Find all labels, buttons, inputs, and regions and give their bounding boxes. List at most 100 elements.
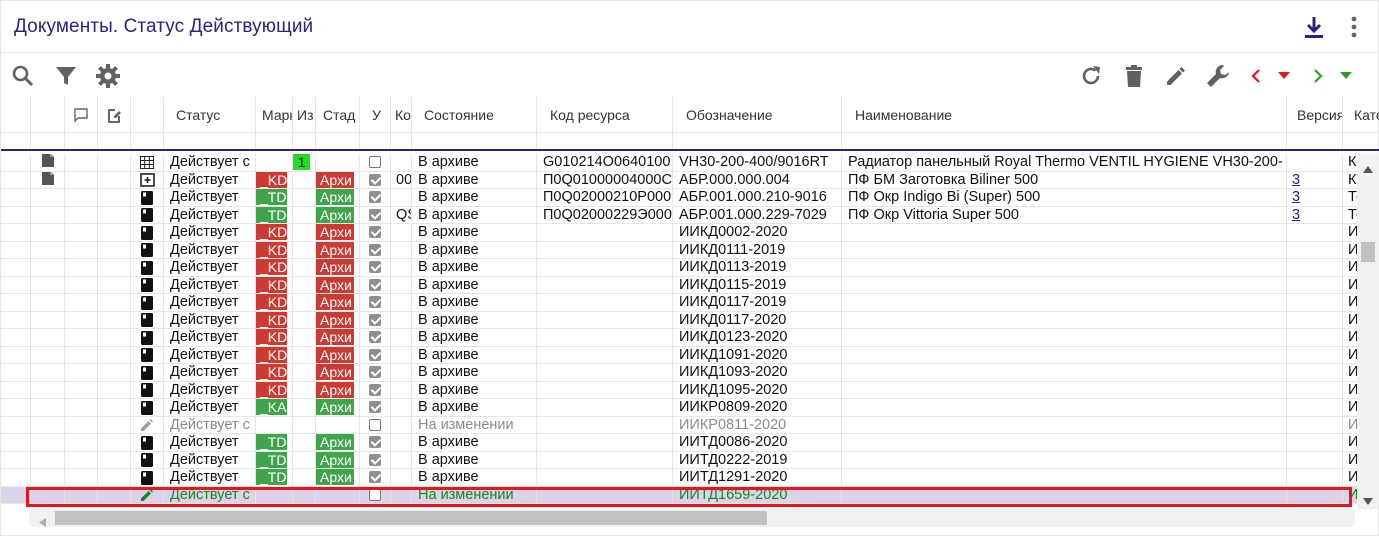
row-checkbox[interactable] bbox=[369, 173, 381, 186]
row-expand-cell[interactable] bbox=[1, 469, 31, 486]
row-checkbox[interactable] bbox=[369, 156, 381, 168]
row-checkbox[interactable] bbox=[369, 243, 381, 256]
row-expand-cell[interactable] bbox=[1, 224, 31, 241]
edit-icon[interactable] bbox=[1163, 63, 1189, 89]
col-state-header[interactable]: Состояние bbox=[412, 97, 537, 133]
table-row[interactable]: Действует _KD Архи В архиве ИИКД0002-2020 И bbox=[1, 224, 1357, 242]
col-iz-header[interactable]: Из bbox=[293, 97, 316, 133]
col-ko-header[interactable]: Ко bbox=[391, 97, 412, 133]
col-name-header[interactable]: Наименование bbox=[842, 97, 1287, 133]
row-expand-cell[interactable] bbox=[1, 311, 31, 329]
row-checkbox[interactable] bbox=[369, 436, 381, 448]
table-row[interactable]: Действует _KD Архи 00 В архиве П0Q01000004000… bbox=[1, 171, 1357, 189]
download-icon[interactable] bbox=[1301, 14, 1327, 40]
filter-row[interactable] bbox=[1, 133, 1379, 151]
table-row[interactable]: Действует _KD Архи В архиве ИИКД1091-2020 И bbox=[1, 346, 1357, 364]
row-expand-cell[interactable] bbox=[1, 364, 31, 381]
row-checkbox[interactable] bbox=[369, 348, 381, 361]
name-cell bbox=[842, 434, 1287, 451]
row-checkbox[interactable] bbox=[369, 191, 381, 203]
scroll-down-icon[interactable] bbox=[1363, 492, 1373, 510]
delete-icon[interactable] bbox=[1121, 63, 1147, 89]
row-expand-cell[interactable] bbox=[1, 154, 31, 171]
settings-icon[interactable] bbox=[94, 63, 121, 89]
row-checkbox[interactable] bbox=[369, 401, 381, 413]
row-checkbox[interactable] bbox=[369, 331, 381, 343]
vertical-scrollbar[interactable] bbox=[1357, 154, 1379, 509]
filter-icon[interactable] bbox=[53, 63, 79, 89]
chevron-left-icon[interactable] bbox=[1249, 66, 1263, 86]
table-row[interactable]: Действует _TDF Архи QS В архиве П0Q02000229Э0… bbox=[1, 206, 1357, 224]
table-row[interactable]: Действует _TDF Архи В архиве ИИТД0086-2020 И bbox=[1, 434, 1357, 452]
row-expand-cell[interactable] bbox=[1, 294, 31, 311]
row-checkbox[interactable] bbox=[369, 296, 381, 308]
table-row[interactable]: Действует с 1 В архиве G010214О0640100 VH30-… bbox=[1, 154, 1357, 172]
row-checkbox[interactable] bbox=[369, 208, 381, 221]
table-row[interactable]: Действует _KD Архи В архиве ИИКД0123-2020 И bbox=[1, 329, 1357, 347]
row-expand-cell[interactable] bbox=[1, 241, 31, 259]
caret-down-green-icon[interactable] bbox=[1338, 69, 1354, 83]
caret-down-red-icon[interactable] bbox=[1276, 69, 1292, 83]
col-u-header[interactable]: У bbox=[360, 97, 391, 133]
refresh-icon[interactable] bbox=[1078, 63, 1104, 89]
table-row[interactable]: Действует _KD Архи В архиве ИИКД1095-2020 И bbox=[1, 381, 1357, 399]
row-checkbox[interactable] bbox=[369, 453, 381, 466]
row-expand-cell[interactable] bbox=[1, 259, 31, 276]
row-expand-cell[interactable] bbox=[1, 399, 31, 416]
col-status-header[interactable]: Статус bbox=[164, 97, 256, 133]
version-link[interactable]: 3 bbox=[1292, 172, 1300, 188]
col-designation-header[interactable]: Обозначение bbox=[673, 97, 842, 133]
row-expand-cell[interactable] bbox=[1, 171, 31, 189]
row-expand-cell[interactable] bbox=[1, 206, 31, 224]
row-expand-cell[interactable] bbox=[1, 416, 31, 434]
col-version-header[interactable]: Версия bbox=[1287, 97, 1343, 133]
row-expand-cell[interactable] bbox=[1, 276, 31, 294]
wrench-icon[interactable] bbox=[1204, 63, 1234, 89]
scroll-up-icon[interactable] bbox=[1363, 160, 1373, 178]
row-expand-cell[interactable] bbox=[1, 381, 31, 399]
table-row[interactable]: Действует с На изменении ИИТД1659-2020 И bbox=[1, 486, 1357, 504]
table-row[interactable]: Действует _KD Архи В архиве ИИКД0117-2019 И bbox=[1, 294, 1357, 312]
row-checkbox[interactable] bbox=[369, 383, 381, 396]
table-row[interactable]: Действует _TDF Архи В архиве ИИТД1291-2020 И bbox=[1, 469, 1357, 487]
row-checkbox[interactable] bbox=[369, 366, 381, 378]
row-expand-cell[interactable] bbox=[1, 346, 31, 364]
col-stage-header[interactable]: Стад bbox=[316, 97, 360, 133]
note-edit-icon[interactable] bbox=[98, 97, 131, 133]
row-checkbox[interactable] bbox=[369, 471, 381, 483]
row-checkbox[interactable] bbox=[369, 261, 381, 273]
horizontal-scroll-thumb[interactable] bbox=[55, 511, 767, 525]
col-code-header[interactable]: Код ресурса bbox=[537, 97, 673, 133]
table-row[interactable]: Действует _KD Архи В архиве ИИКД0117-2020 И bbox=[1, 311, 1357, 329]
row-status: Действует bbox=[170, 259, 239, 275]
version-link[interactable]: 3 bbox=[1292, 189, 1300, 205]
chevron-right-icon[interactable] bbox=[1311, 66, 1325, 86]
table-row[interactable]: Действует _KD Архи В архиве ИИКД1093-2020 И bbox=[1, 364, 1357, 382]
scroll-left-icon[interactable] bbox=[39, 514, 46, 532]
table-row[interactable]: Действует _KAR Архи В архиве ИИКР0809-2020 И bbox=[1, 399, 1357, 417]
col-category-header[interactable]: Кате bbox=[1343, 97, 1379, 133]
more-vert-icon[interactable] bbox=[1345, 14, 1363, 40]
comment-icon[interactable] bbox=[65, 97, 98, 133]
row-checkbox[interactable] bbox=[369, 418, 381, 431]
horizontal-scrollbar[interactable] bbox=[29, 509, 1355, 527]
vertical-scroll-thumb[interactable] bbox=[1361, 242, 1375, 262]
row-checkbox[interactable] bbox=[369, 226, 381, 238]
row-expand-cell[interactable] bbox=[1, 434, 31, 451]
row-checkbox[interactable] bbox=[369, 278, 381, 291]
table-row[interactable]: Действует _TDF Архи В архиве ИИТД0222-2019 И bbox=[1, 451, 1357, 469]
search-icon[interactable] bbox=[10, 63, 36, 89]
row-checkbox[interactable] bbox=[369, 313, 381, 326]
table-row[interactable]: Действует _TDF Архи В архиве П0Q02000210Р000… bbox=[1, 189, 1357, 207]
row-expand-cell[interactable] bbox=[1, 451, 31, 469]
table-row[interactable]: Действует _KD Архи В архиве ИИКД0113-2019 И bbox=[1, 259, 1357, 277]
row-expand-cell[interactable] bbox=[1, 329, 31, 346]
row-expand-cell[interactable] bbox=[1, 486, 31, 504]
row-expand-cell[interactable] bbox=[1, 189, 31, 206]
col-marker-header[interactable]: Марк bbox=[256, 97, 293, 133]
table-row[interactable]: Действует _KD Архи В архиве ИИКД0111-2019 И bbox=[1, 241, 1357, 259]
table-row[interactable]: Действует с На изменении ИИКР0811-2020 И bbox=[1, 416, 1357, 434]
version-link[interactable]: 3 bbox=[1292, 207, 1300, 223]
table-row[interactable]: Действует _KD Архи В архиве ИИКД0115-2019 И bbox=[1, 276, 1357, 294]
row-checkbox[interactable] bbox=[369, 488, 381, 501]
